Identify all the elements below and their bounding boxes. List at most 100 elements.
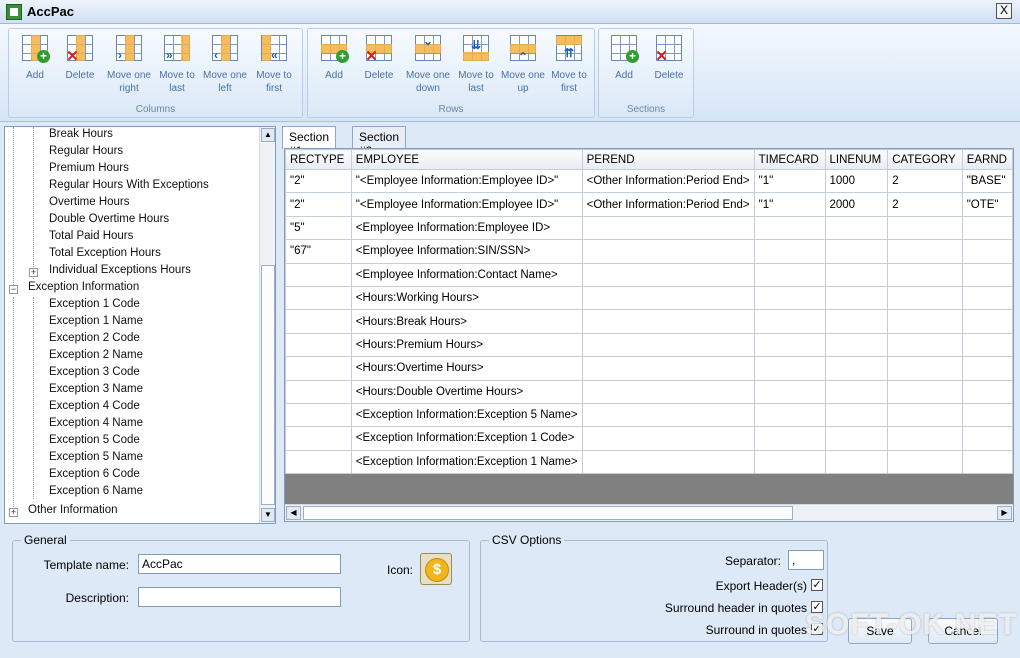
grid-cell[interactable] [961, 332, 1013, 358]
rows-delete-button[interactable]: ✕ Delete [356, 33, 402, 82]
tree-item[interactable]: Break Hours [49, 128, 113, 140]
tree-item[interactable]: Individual Exceptions Hours [49, 264, 191, 276]
grid-cell[interactable] [824, 426, 889, 451]
grid-cell[interactable] [824, 449, 889, 475]
tree-item[interactable]: Exception 3 Code [49, 366, 140, 378]
grid-cell[interactable] [285, 285, 352, 311]
grid-cell[interactable] [961, 426, 1013, 451]
rows-move-one-down-button[interactable]: ⌄ Move one down [403, 33, 453, 95]
grid-cell[interactable] [824, 379, 889, 404]
tree-item[interactable]: Exception 4 Name [49, 417, 143, 429]
grid-cell[interactable] [285, 309, 352, 334]
tree-item[interactable]: Exception 2 Name [49, 349, 143, 361]
grid-cell[interactable] [753, 379, 826, 404]
grid-cell[interactable]: "67" [285, 239, 352, 264]
tree-item[interactable]: Exception 6 Name [49, 485, 143, 497]
grid-cell[interactable] [887, 309, 963, 334]
grid-cell[interactable] [887, 379, 963, 404]
expand-toggle-icon[interactable]: + [9, 508, 18, 517]
grid-cell[interactable] [961, 239, 1013, 264]
grid-cell[interactable]: <Hours:Premium Hours> [350, 332, 583, 358]
grid-cell[interactable] [961, 309, 1013, 334]
grid-cell[interactable]: "OTE" [961, 192, 1013, 217]
grid-cell[interactable]: <Other Information:Period End> [581, 192, 755, 217]
scroll-down-icon[interactable]: ▼ [261, 508, 275, 522]
column-header[interactable]: CATEGORY [887, 149, 963, 170]
template-name-field[interactable]: AccPac [138, 554, 341, 574]
grid-cell[interactable]: "1" [753, 192, 826, 217]
tree-item[interactable]: Exception 1 Name [49, 315, 143, 327]
tab-section-2[interactable]: Section #2 [352, 126, 407, 158]
grid-cell[interactable] [961, 449, 1013, 475]
grid-cell[interactable] [753, 426, 826, 451]
grid-cell[interactable] [285, 379, 352, 404]
scroll-up-icon[interactable]: ▲ [261, 128, 275, 142]
grid-cell[interactable] [961, 215, 1013, 241]
scroll-right-icon[interactable]: ▶ [997, 506, 1012, 520]
grid-cell[interactable]: 1000 [824, 168, 889, 194]
grid-cell[interactable]: "2" [285, 168, 352, 194]
grid-cell[interactable]: <Hours:Break Hours> [350, 309, 583, 334]
export-headers-checkbox[interactable]: ✓ [811, 579, 823, 591]
grid-cell[interactable] [753, 356, 826, 381]
dollar-coin-icon[interactable] [420, 553, 452, 585]
column-header[interactable]: RECTYPE [285, 149, 352, 170]
grid-cell[interactable] [581, 449, 755, 475]
scroll-thumb[interactable] [303, 506, 793, 520]
grid-cell[interactable] [887, 426, 963, 451]
grid-cell[interactable] [753, 402, 826, 428]
grid-cell[interactable] [753, 332, 826, 358]
tree-vertical-scrollbar[interactable]: ▲ ▼ [259, 127, 275, 523]
grid-cell[interactable] [887, 215, 963, 241]
grid-cell[interactable]: <Hours:Working Hours> [350, 285, 583, 311]
tree-item[interactable]: Exception 5 Name [49, 451, 143, 463]
columns-move-to-first-button[interactable]: « Move to first [251, 33, 297, 95]
grid-cell[interactable] [581, 215, 755, 241]
column-header[interactable]: EARND [961, 149, 1013, 170]
grid-cell[interactable]: "<Employee Information:Employee ID>" [350, 168, 583, 194]
tree-item[interactable]: Double Overtime Hours [49, 213, 169, 225]
tree-item[interactable]: Exception 6 Code [49, 468, 140, 480]
grid-cell[interactable] [753, 239, 826, 264]
grid-cell[interactable]: <Employee Information:Contact Name> [350, 262, 583, 287]
tree-item[interactable]: Exception 5 Code [49, 434, 140, 446]
tree-item[interactable]: Overtime Hours [49, 196, 130, 208]
rows-move-to-first-button[interactable]: ⇈ Move to first [546, 33, 592, 95]
grid-cell[interactable] [581, 379, 755, 404]
column-header[interactable]: PEREND [581, 149, 755, 170]
grid-cell[interactable] [753, 449, 826, 475]
grid-cell[interactable]: <Exception Information:Exception 1 Code> [350, 426, 583, 451]
grid-cell[interactable] [581, 262, 755, 287]
tree-item[interactable]: Other Information [28, 504, 117, 516]
tree-item[interactable]: Premium Hours [49, 162, 129, 174]
column-header[interactable]: LINENUM [824, 149, 889, 170]
grid-cell[interactable] [824, 215, 889, 241]
collapse-toggle-icon[interactable]: − [9, 285, 18, 294]
rows-move-to-last-button[interactable]: ⇊ Move to last [453, 33, 499, 95]
columns-move-one-left-button[interactable]: ‹ Move one left [202, 33, 248, 95]
expand-toggle-icon[interactable]: + [29, 268, 38, 277]
columns-delete-button[interactable]: ✕ Delete [57, 33, 103, 82]
tree-item[interactable]: Exception 4 Code [49, 400, 140, 412]
sections-delete-button[interactable]: ✕ Delete [646, 33, 692, 82]
grid-cell[interactable] [285, 402, 352, 428]
grid-cell[interactable]: "2" [285, 192, 352, 217]
grid-cell[interactable] [824, 332, 889, 358]
grid-cell[interactable]: <Exception Information:Exception 1 Name> [350, 449, 583, 475]
columns-move-one-right-button[interactable]: › Move one right [104, 33, 154, 95]
grid-cell[interactable] [581, 309, 755, 334]
grid-cell[interactable] [887, 402, 963, 428]
grid-cell[interactable] [824, 285, 889, 311]
tree-item[interactable]: Regular Hours With Exceptions [49, 179, 209, 191]
grid-cell[interactable] [961, 262, 1013, 287]
grid-cell[interactable]: "1" [753, 168, 826, 194]
rows-move-one-up-button[interactable]: ⌃ Move one up [500, 33, 546, 95]
grid-cell[interactable]: <Employee Information:Employee ID> [350, 215, 583, 241]
grid-cell[interactable] [824, 309, 889, 334]
grid-cell[interactable]: <Hours:Overtime Hours> [350, 356, 583, 381]
tree-item[interactable]: Total Exception Hours [49, 247, 161, 259]
grid-cell[interactable] [285, 426, 352, 451]
grid-cell[interactable]: <Exception Information:Exception 5 Name> [350, 402, 583, 428]
tree-item[interactable]: Exception 1 Code [49, 298, 140, 310]
grid-cell[interactable] [887, 356, 963, 381]
